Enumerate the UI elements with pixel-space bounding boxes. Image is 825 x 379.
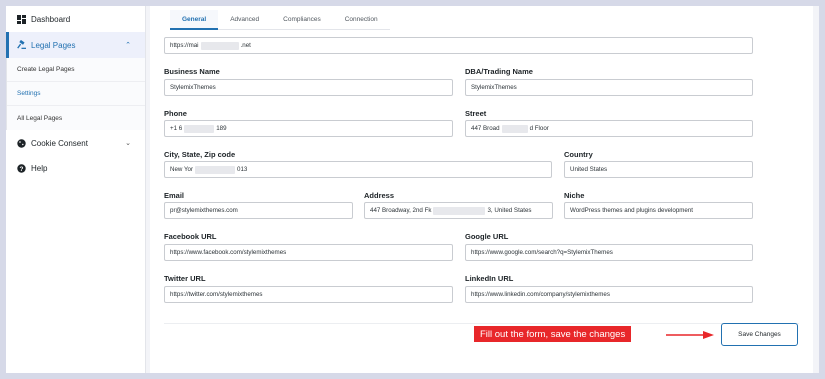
facebook-url-field[interactable]: https://www.facebook.com/stylemixthemes: [164, 244, 453, 261]
gavel-icon: [17, 40, 26, 50]
field-value: https://mai: [170, 42, 199, 49]
city-label: City, State, Zip code: [164, 150, 236, 159]
city-field[interactable]: New Yor 013: [164, 161, 552, 178]
field-value: 447 Broad: [471, 125, 500, 132]
sidebar-subitem-all-legal-pages[interactable]: All Legal Pages: [7, 106, 145, 130]
sidebar-item-legal-pages[interactable]: Legal Pages ⌃: [6, 32, 145, 58]
tab-connection[interactable]: Connection: [333, 10, 390, 30]
field-value: 189: [216, 125, 227, 132]
sidebar-item-help[interactable]: ? Help: [6, 156, 145, 180]
chevron-down-icon[interactable]: ⌄: [125, 139, 131, 147]
field-value: 447 Broadway, 2nd Fk: [370, 207, 432, 214]
redacted-blur: [433, 206, 486, 215]
sidebar-item-label: Dashboard: [31, 14, 71, 24]
field-value: +1 6: [170, 125, 183, 132]
sidebar-item-label: Legal Pages: [31, 40, 76, 50]
linkedin-url-field[interactable]: https://www.linkedin.com/company/stylemi…: [465, 286, 753, 303]
redacted-blur: [501, 124, 528, 133]
redacted-blur: [184, 124, 215, 133]
dashboard-icon: [17, 14, 26, 24]
twitter-url-field[interactable]: https://twitter.com/stylemixthemes: [164, 286, 453, 303]
phone-field[interactable]: +1 6 189: [164, 120, 453, 137]
email-field[interactable]: pr@stylemixthemes.com: [164, 202, 353, 219]
phone-label: Phone: [164, 109, 187, 118]
field-value: 3, United States: [487, 207, 532, 214]
help-icon: ?: [17, 163, 26, 173]
save-changes-button[interactable]: Save Changes: [721, 323, 798, 346]
field-value: New Yor: [170, 166, 194, 173]
street-field[interactable]: 447 Broad d Floor: [465, 120, 753, 137]
sidebar-item-label: Help: [31, 163, 48, 173]
email-label: Email: [164, 191, 185, 200]
sidebar-subitem-settings[interactable]: Settings: [7, 82, 145, 106]
niche-label: Niche: [564, 191, 585, 200]
linkedin-url-label: LinkedIn URL: [465, 274, 514, 283]
redacted-blur: [200, 41, 239, 50]
sidebar-item-cookie-consent[interactable]: Cookie Consent ⌄: [6, 130, 145, 156]
business-name-label: Business Name: [164, 67, 220, 76]
cookie-icon: [17, 138, 26, 148]
business-name-field[interactable]: StylemixThemes: [164, 79, 453, 96]
niche-field[interactable]: WordPress themes and plugins development: [564, 202, 753, 219]
address-label: Address: [364, 191, 395, 200]
google-url-field[interactable]: https://www.google.com/search?q=Stylemix…: [465, 244, 753, 261]
settings-panel: General Advanced Compliances Connection …: [150, 6, 813, 373]
country-label: Country: [564, 150, 593, 159]
sidebar-submenu: Create Legal Pages Settings All Legal Pa…: [6, 58, 145, 130]
divider: [164, 323, 799, 324]
facebook-url-label: Facebook URL: [164, 232, 217, 241]
tab-bar: General Advanced Compliances Connection: [170, 10, 390, 30]
twitter-url-label: Twitter URL: [164, 274, 206, 283]
field-value: 013: [237, 166, 248, 173]
sidebar-item-dashboard[interactable]: Dashboard: [6, 6, 145, 32]
arrow-right-icon: [666, 331, 714, 339]
tab-compliances[interactable]: Compliances: [271, 10, 333, 30]
tab-advanced[interactable]: Advanced: [218, 10, 271, 30]
sidebar-item-label: Cookie Consent: [31, 138, 88, 148]
field-value: .net: [240, 42, 251, 49]
address-field[interactable]: 447 Broadway, 2nd Fk 3, United States: [364, 202, 553, 219]
dba-label: DBA/Trading Name: [465, 67, 533, 76]
street-label: Street: [465, 109, 487, 118]
dba-field[interactable]: StylemixThemes: [465, 79, 753, 96]
sidebar: Dashboard Legal Pages ⌃ Create Legal Pag…: [6, 6, 146, 373]
tutorial-callout: Fill out the form, save the changes: [474, 326, 632, 342]
sidebar-subitem-create-legal-pages[interactable]: Create Legal Pages: [7, 58, 145, 82]
website-url-field[interactable]: https://mai .net: [164, 37, 753, 54]
google-url-label: Google URL: [465, 232, 509, 241]
redacted-blur: [195, 165, 236, 174]
svg-text:?: ?: [20, 166, 24, 173]
tab-general[interactable]: General: [170, 10, 219, 30]
field-value: d Floor: [529, 125, 549, 132]
country-field[interactable]: United States: [564, 161, 753, 178]
chevron-up-icon[interactable]: ⌃: [125, 41, 131, 49]
